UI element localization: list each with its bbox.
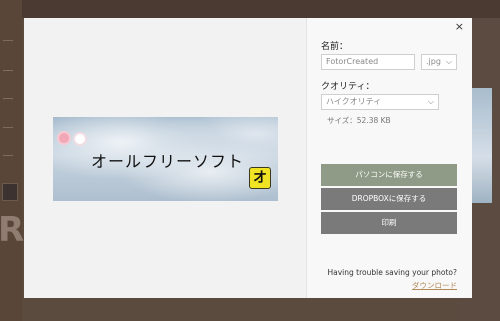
background-footer [22,298,458,321]
background-logo-fragment: R [0,210,25,250]
toolbar-button [2,183,18,201]
background-left-toolbar: R [0,0,25,321]
toolbar-divider [3,40,13,41]
quality-label: クオリティ： [321,82,375,92]
preview-image: オールフリーソフト オ [53,117,278,201]
save-dialog: オールフリーソフト オ 名前： FotorCreated .jpg ⌵ クオリテ… [24,18,472,298]
quality-select-value: ハイクオリティ [326,97,382,106]
close-icon[interactable]: × [455,20,464,33]
chevron-down-icon: ⌵ [427,97,434,106]
chevron-down-icon: ⌵ [445,57,452,66]
preview-image-text: オールフリーソフト [91,152,245,171]
toolbar-divider [3,127,13,128]
toolbar-divider [3,70,13,71]
filename-input[interactable]: FotorCreated [321,54,415,70]
preview-pane: オールフリーソフト オ [24,18,306,298]
flower-decoration [75,134,85,144]
save-to-pc-button[interactable]: パソコンに保存する [321,164,457,186]
format-select[interactable]: .jpg ⌵ [421,54,457,70]
flower-decoration [59,133,69,143]
print-button[interactable]: 印刷 [321,212,457,234]
trouble-saving-text: Having trouble saving your photo? [327,268,458,277]
logo-badge: オ [249,167,271,189]
background-header [22,0,500,18]
file-size-text: サイズ：52.38 KB [327,116,391,125]
save-options-panel: 名前： FotorCreated .jpg ⌵ クオリティ： ハイクオリティ ⌵… [306,18,472,298]
format-select-value: .jpg [426,57,441,66]
quality-select[interactable]: ハイクオリティ ⌵ [321,94,439,110]
save-to-dropbox-button[interactable]: DROPBOXに保存する [321,188,457,210]
toolbar-divider [3,155,13,156]
toolbar-divider [3,98,13,99]
name-label: 名前： [321,42,349,52]
download-link[interactable]: ダウンロード [412,280,457,291]
